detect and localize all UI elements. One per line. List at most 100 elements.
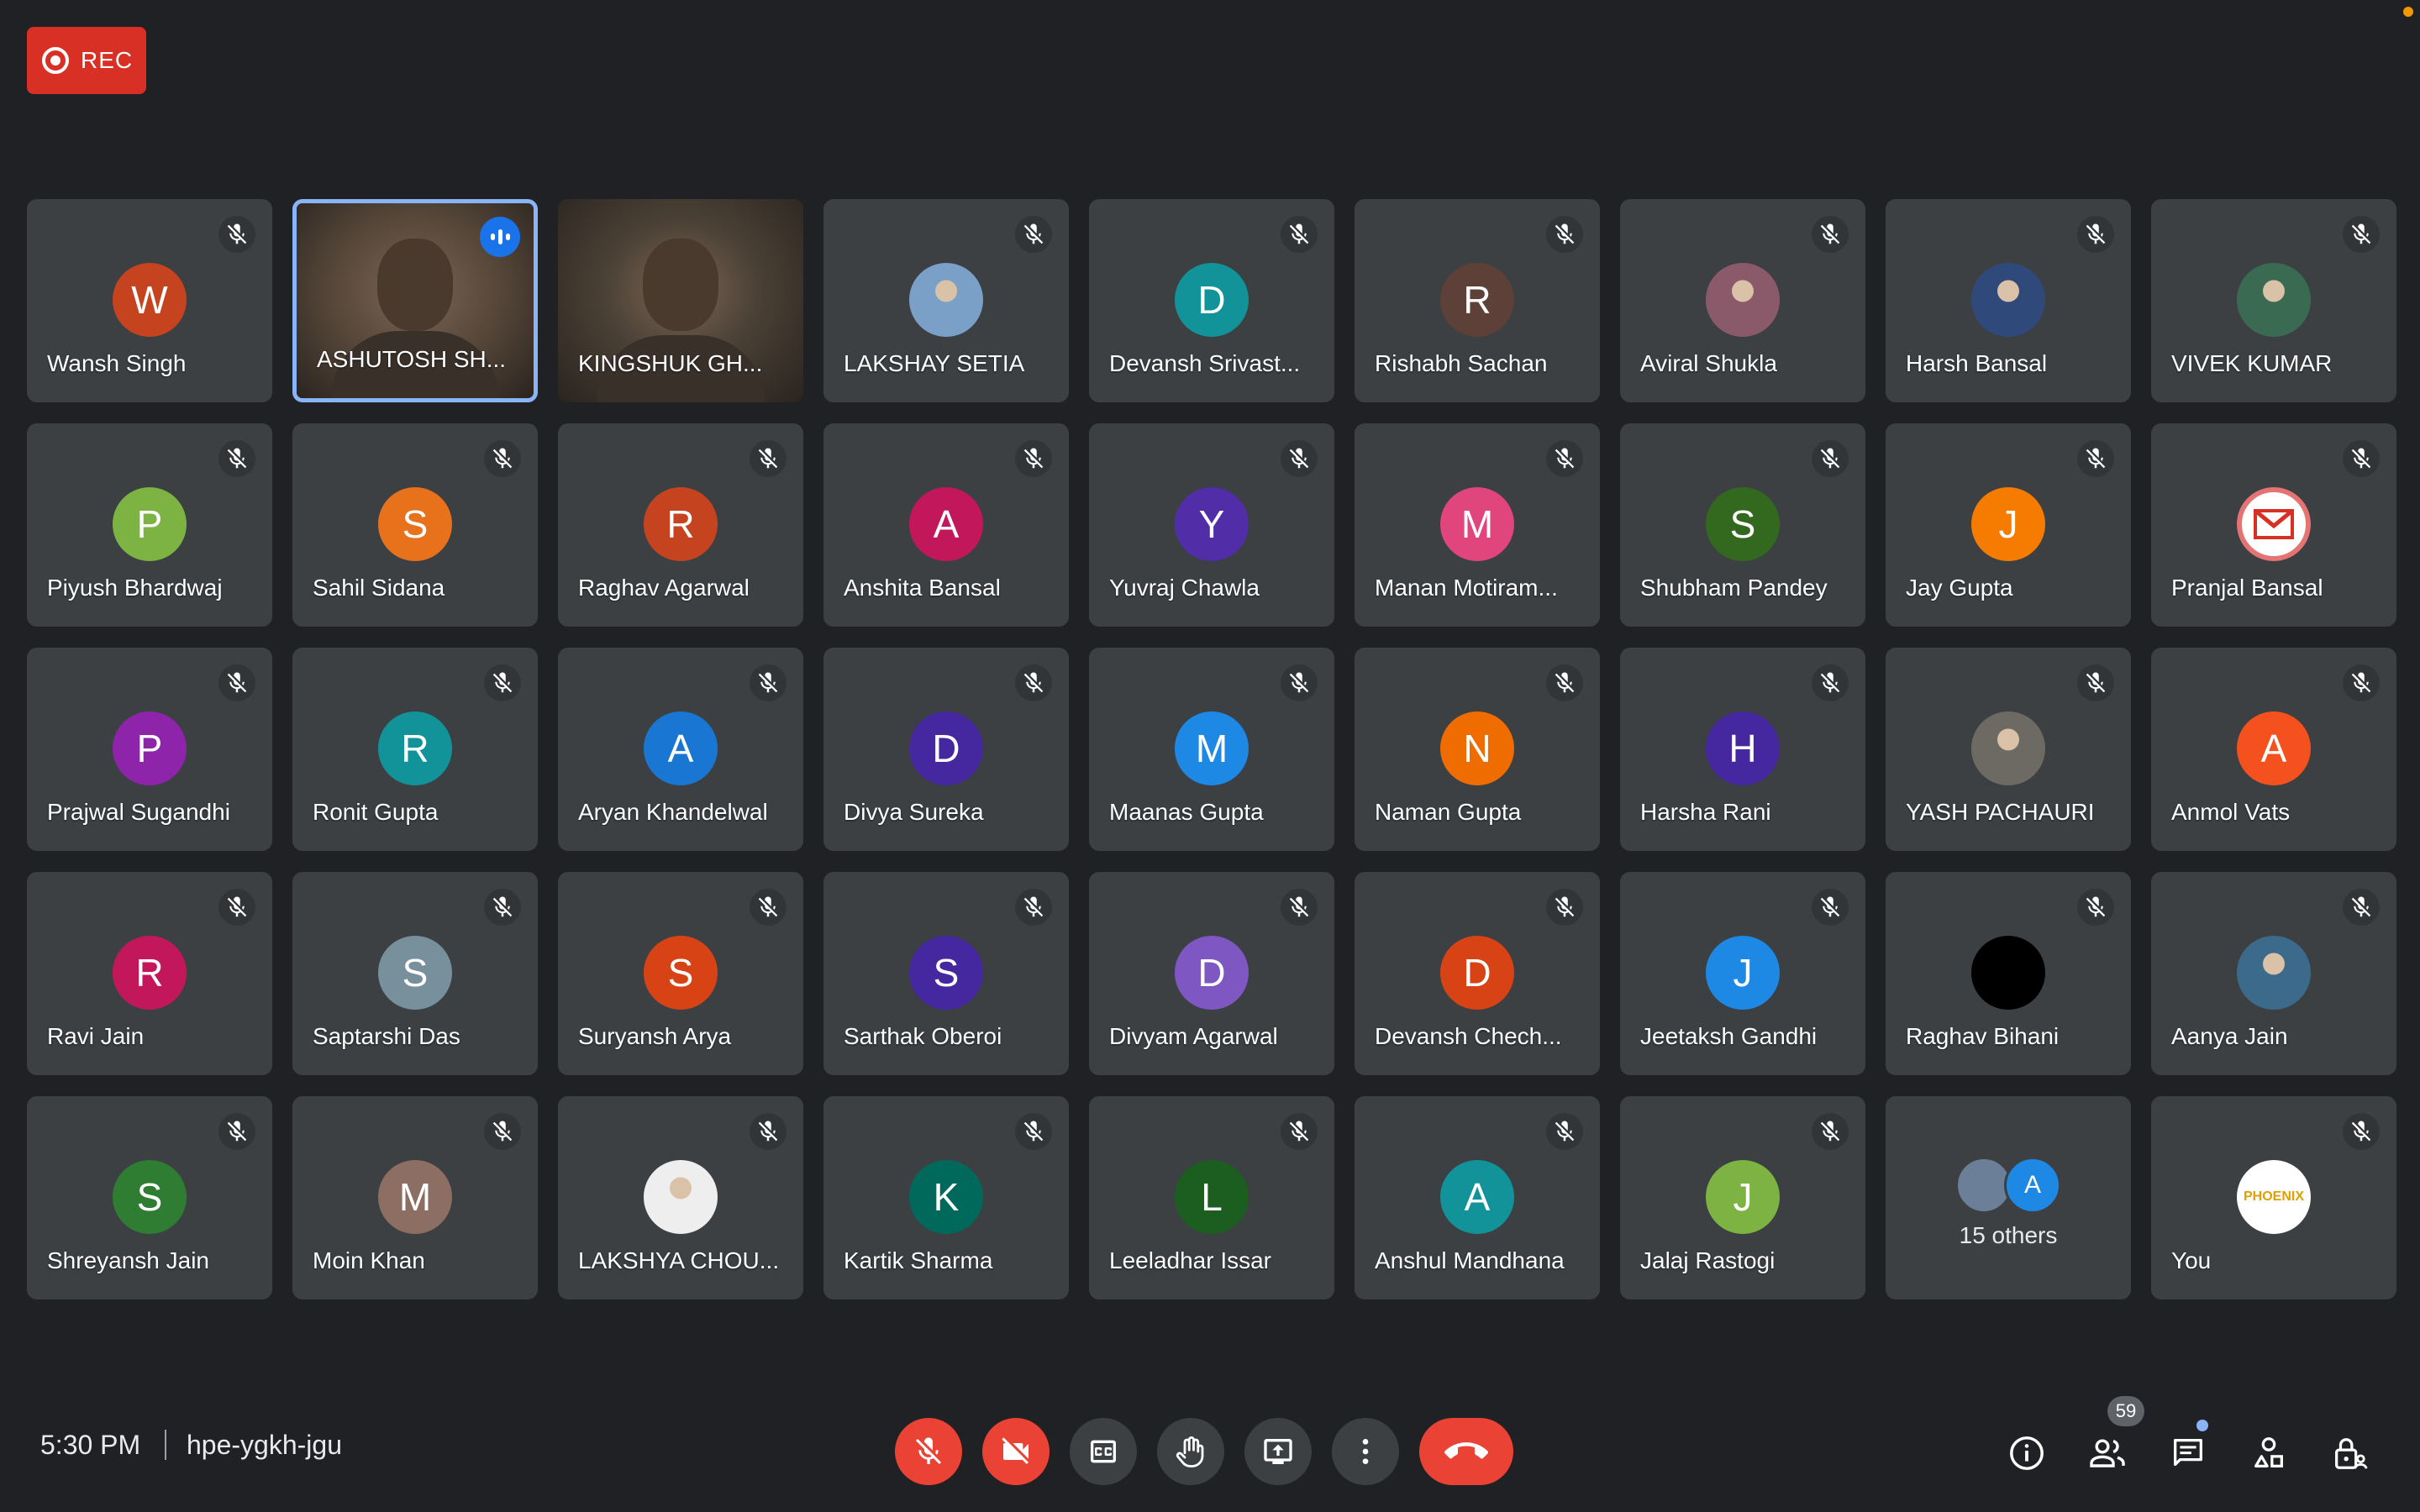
participant-name: Prajwal Sugandhi bbox=[47, 799, 230, 825]
avatar: A bbox=[2004, 1157, 2061, 1214]
participant-tile[interactable]: KINGSHUK GH... bbox=[558, 199, 803, 402]
mic-off-icon bbox=[1289, 672, 1309, 693]
participant-tile[interactable]: D Divyam Agarwal bbox=[1089, 872, 1334, 1075]
participant-name: Sahil Sidana bbox=[313, 575, 445, 601]
participant-tile[interactable]: A Anshul Mandhana bbox=[1355, 1096, 1600, 1299]
participant-grid: W Wansh Singh ASHUTOSH SH... KINGSHUK GH.… bbox=[27, 199, 2396, 1299]
participant-tile[interactable]: K Kartik Sharma bbox=[823, 1096, 1069, 1299]
participants-button[interactable] bbox=[2086, 1431, 2129, 1475]
participant-tile[interactable]: S Shubham Pandey bbox=[1620, 423, 1865, 627]
meeting-time: 5:30 PM bbox=[40, 1430, 141, 1460]
chat-notification-dot bbox=[2196, 1420, 2208, 1431]
mic-off-icon bbox=[916, 1437, 941, 1464]
camera-off-icon bbox=[1002, 1437, 1028, 1464]
avatar: L bbox=[1175, 1160, 1249, 1234]
participant-tile[interactable]: J Jeetaksh Gandhi bbox=[1620, 872, 1865, 1075]
muted-indicator bbox=[1812, 889, 1849, 926]
participant-tile[interactable]: Aviral Shukla bbox=[1620, 199, 1865, 402]
mic-off-icon bbox=[1555, 1121, 1575, 1142]
participant-tile[interactable]: D Devansh Srivast... bbox=[1089, 199, 1334, 402]
participant-tile[interactable]: Raghav Bihani bbox=[1886, 872, 2131, 1075]
participant-tile[interactable]: LAKSHAY SETIA bbox=[823, 199, 1069, 402]
muted-indicator bbox=[218, 889, 255, 926]
participant-tile[interactable]: Y Yuvraj Chawla bbox=[1089, 423, 1334, 627]
participant-name: Divya Sureka bbox=[844, 799, 984, 825]
mic-off-icon bbox=[1289, 896, 1309, 917]
participant-tile[interactable]: H Harsha Rani bbox=[1620, 648, 1865, 851]
mic-toggle-button[interactable] bbox=[895, 1418, 962, 1485]
mic-off-icon bbox=[1555, 896, 1575, 917]
mic-off-icon bbox=[2351, 896, 2371, 917]
meeting-details-button[interactable] bbox=[2005, 1431, 2049, 1475]
participant-tile[interactable]: S Sahil Sidana bbox=[292, 423, 538, 627]
participant-tile[interactable]: M Moin Khan bbox=[292, 1096, 538, 1299]
participant-name: YASH PACHAURI bbox=[1906, 799, 2095, 825]
avatar bbox=[1971, 263, 2045, 337]
participant-name: Harsh Bansal bbox=[1906, 350, 2048, 376]
avatar bbox=[2237, 263, 2311, 337]
participant-name: Jay Gupta bbox=[1906, 575, 2013, 601]
participant-tile[interactable]: R Ravi Jain bbox=[27, 872, 272, 1075]
chat-button[interactable] bbox=[2166, 1431, 2210, 1475]
participant-tile[interactable]: P Prajwal Sugandhi bbox=[27, 648, 272, 851]
participant-tile[interactable]: A Aryan Khandelwal bbox=[558, 648, 803, 851]
participant-tile[interactable]: S Shreyansh Jain bbox=[27, 1096, 272, 1299]
divider bbox=[165, 1430, 166, 1460]
mic-off-icon bbox=[1023, 672, 1044, 693]
participant-tile[interactable]: A 15 others bbox=[1886, 1096, 2131, 1299]
participant-count-badge: 59 bbox=[2107, 1396, 2144, 1426]
participant-name: Aviral Shukla bbox=[1640, 350, 1777, 376]
participant-tile[interactable]: Harsh Bansal bbox=[1886, 199, 2131, 402]
participant-tile[interactable]: Aanya Jain bbox=[2151, 872, 2396, 1075]
participant-tile[interactable]: PHOENIX You bbox=[2151, 1096, 2396, 1299]
participant-tile[interactable]: L Leeladhar Issar bbox=[1089, 1096, 1334, 1299]
participant-tile[interactable]: W Wansh Singh bbox=[27, 199, 272, 402]
more-options-button[interactable] bbox=[1332, 1418, 1399, 1485]
avatar: D bbox=[909, 711, 983, 785]
participant-name: Maanas Gupta bbox=[1109, 799, 1264, 825]
muted-indicator bbox=[1546, 440, 1583, 477]
present-screen-button[interactable] bbox=[1244, 1418, 1312, 1485]
muted-indicator bbox=[218, 216, 255, 253]
participant-tile[interactable]: D Devansh Chech... bbox=[1355, 872, 1600, 1075]
participant-tile[interactable]: Pranjal Bansal bbox=[2151, 423, 2396, 627]
participant-tile[interactable]: VIVEK KUMAR bbox=[2151, 199, 2396, 402]
participant-name: Anshul Mandhana bbox=[1375, 1247, 1565, 1273]
participant-tile[interactable]: J Jay Gupta bbox=[1886, 423, 2131, 627]
avatar: P bbox=[113, 711, 187, 785]
participant-tile[interactable]: D Divya Sureka bbox=[823, 648, 1069, 851]
record-icon bbox=[42, 47, 69, 74]
participant-name: Shreyansh Jain bbox=[47, 1247, 210, 1273]
leave-call-button[interactable] bbox=[1419, 1418, 1513, 1485]
participant-tile[interactable]: A Anshita Bansal bbox=[823, 423, 1069, 627]
camera-toggle-button[interactable] bbox=[982, 1418, 1050, 1485]
participant-tile[interactable]: J Jalaj Rastogi bbox=[1620, 1096, 1865, 1299]
mic-off-icon bbox=[758, 448, 778, 469]
participant-tile[interactable]: R Raghav Agarwal bbox=[558, 423, 803, 627]
participant-tile[interactable]: S Suryansh Arya bbox=[558, 872, 803, 1075]
captions-button[interactable] bbox=[1070, 1418, 1137, 1485]
mic-off-icon bbox=[2351, 672, 2371, 693]
avatar bbox=[2237, 936, 2311, 1010]
participant-tile[interactable]: M Maanas Gupta bbox=[1089, 648, 1334, 851]
participant-name: LAKSHAY SETIA bbox=[844, 350, 1025, 376]
participant-tile[interactable]: YASH PACHAURI bbox=[1886, 648, 2131, 851]
participant-tile[interactable]: R Rishabh Sachan bbox=[1355, 199, 1600, 402]
avatar: S bbox=[909, 936, 983, 1010]
participant-tile[interactable]: P Piyush Bhardwaj bbox=[27, 423, 272, 627]
closed-captions-icon bbox=[1091, 1440, 1116, 1463]
participant-tile[interactable]: ASHUTOSH SH... bbox=[292, 199, 538, 402]
participant-tile[interactable]: S Sarthak Oberoi bbox=[823, 872, 1069, 1075]
raise-hand-button[interactable] bbox=[1157, 1418, 1224, 1485]
participant-tile[interactable]: R Ronit Gupta bbox=[292, 648, 538, 851]
participant-tile[interactable]: S Saptarshi Das bbox=[292, 872, 538, 1075]
participant-tile[interactable]: M Manan Motiram... bbox=[1355, 423, 1600, 627]
activities-button[interactable] bbox=[2247, 1431, 2291, 1475]
participant-tile[interactable]: N Naman Gupta bbox=[1355, 648, 1600, 851]
avatar: M bbox=[378, 1160, 452, 1234]
participant-name: Sarthak Oberoi bbox=[844, 1023, 1002, 1049]
participant-tile[interactable]: LAKSHYA CHOU... bbox=[558, 1096, 803, 1299]
participant-tile[interactable]: A Anmol Vats bbox=[2151, 648, 2396, 851]
host-controls-button[interactable] bbox=[2328, 1431, 2371, 1475]
muted-indicator bbox=[1546, 889, 1583, 926]
